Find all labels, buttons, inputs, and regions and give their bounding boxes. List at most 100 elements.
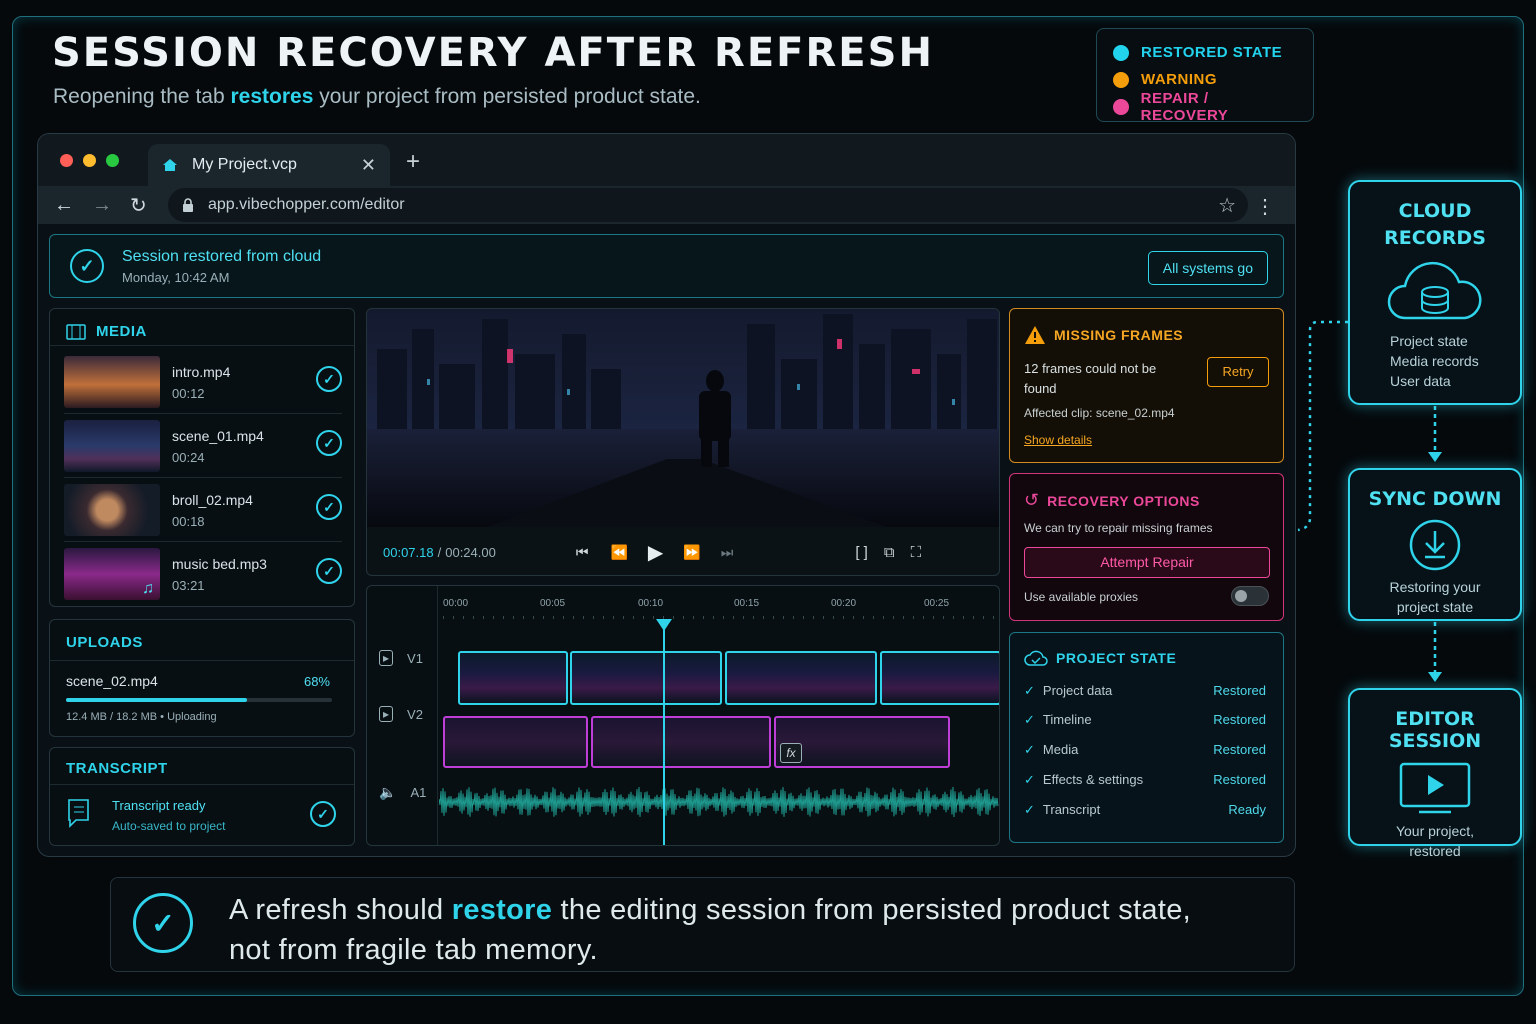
skip-end-icon[interactable]: ⏭ [721,544,734,561]
tick-label: 00:00 [443,598,469,609]
lock-icon [183,197,193,212]
flow-line: Project state [1390,333,1468,349]
state-status: Restored [1213,772,1266,787]
timeline-clip[interactable] [725,651,877,705]
current-time: 00:07.18 [383,544,434,560]
media-duration: 00:12 [172,385,205,401]
playhead[interactable] [663,624,665,845]
state-status: Restored [1213,683,1266,698]
footer-text: the editing session from persisted produ… [560,894,1191,926]
retry-button[interactable]: Retry [1207,357,1269,387]
timeline-clip[interactable] [591,716,771,768]
state-row: ✓ Media Restored [1024,742,1266,758]
legend-item-restored: RESTORED STATE [1113,39,1297,66]
reload-icon[interactable]: ↻ [130,193,168,218]
subtitle-pre: Reopening the tab [53,85,225,108]
new-tab-button[interactable]: + [406,148,420,176]
show-details-link[interactable]: Show details [1024,433,1092,447]
tick-label: 00:05 [540,598,566,609]
pip-icon[interactable]: ⧉ [884,544,895,561]
film-strip-icon [66,323,86,340]
missing-header: MISSING FRAMES [1024,325,1183,345]
project-state-title: PROJECT STATE [1056,650,1177,666]
check-circle-icon: ✓ [316,494,342,520]
footer-callout: ✓ A refresh should restore the editing s… [110,877,1295,972]
fast-forward-icon[interactable]: ⏩ [683,544,700,561]
footer-text: not from fragile tab memory. [229,934,598,966]
state-status: Restored [1213,742,1266,757]
tab-title: My Project.vcp [192,156,297,173]
transcript-title: TRANSCRIPT [66,760,168,777]
all-systems-go-button[interactable]: All systems go [1147,251,1268,285]
thumbnail-image [64,484,160,536]
back-icon[interactable]: ← [54,194,92,217]
media-item[interactable]: ♫ music bed.mp3 03:21 ✓ [64,545,342,603]
divider [50,660,354,661]
audio-track-icon: 🔈 [379,784,397,800]
missing-message: 12 frames could not be found [1024,361,1157,396]
timeline-clip[interactable] [570,651,722,705]
state-row: ✓ Effects & settings Restored [1024,772,1266,788]
transcript-status: Transcript ready [112,798,206,813]
state-status: Restored [1213,712,1266,727]
skip-start-icon[interactable]: ⏮ [576,544,589,561]
effect-badge[interactable]: fx [780,743,802,763]
divider [64,541,342,542]
flow-title: RECORDS [1384,227,1486,249]
url-field[interactable]: app.vibechopper.com/editor ☆ [168,188,1248,222]
media-header: MEDIA [66,323,147,340]
bookmark-star-icon[interactable]: ☆ [1218,193,1236,218]
track-v1: ▸ V1 [379,650,423,666]
flow-title: SYNC DOWN [1368,488,1502,510]
media-item[interactable]: intro.mp4 00:12 ✓ [64,353,342,411]
thumbnail-image [64,420,160,472]
flow-line: Media records [1390,353,1479,369]
state-row: ✓ Project data Restored [1024,683,1266,699]
flow-title: CLOUD [1398,200,1472,222]
crop-icon[interactable]: [ ] [855,544,868,561]
browser-tab[interactable]: My Project.vcp ✕ [148,144,390,186]
playhead-handle-icon[interactable] [656,619,672,631]
media-item[interactable]: scene_01.mp4 00:24 ✓ [64,417,342,475]
banner-time: Monday, 10:42 AM [122,269,230,285]
proxies-toggle[interactable] [1231,586,1269,606]
divider [50,784,354,785]
footer-message: A refresh should restore the editing ses… [229,890,1191,970]
tick-label: 00:20 [831,598,857,609]
subtitle-highlight: restores [230,85,314,108]
tick-label: 00:15 [734,598,760,609]
music-note-icon: ♫ [142,580,154,597]
timeline-clip[interactable] [458,651,568,705]
menu-kebab-icon[interactable]: ⋮ [1255,194,1275,219]
minimize-window-icon[interactable] [83,154,96,167]
play-icon[interactable]: ▶ [648,540,663,565]
editor-session-card: EDITOR SESSION Your project, restored [1348,688,1522,859]
divider [50,345,354,346]
fullscreen-icon[interactable]: ⛶ [911,544,922,561]
timeline-clip[interactable] [443,716,588,768]
banner-title: Session restored from cloud [122,247,322,265]
uploads-title: UPLOADS [66,634,143,651]
media-name: intro.mp4 [172,363,231,380]
state-label: Project data [1042,683,1113,698]
pink-dot-icon [1113,98,1129,115]
transcript-detail: Auto-saved to project [112,819,226,833]
media-item[interactable]: broll_02.mp4 00:18 ✓ [64,481,342,539]
total-time: 00:24.00 [445,544,496,560]
play-screen-icon [1399,762,1471,814]
track-label: A1 [410,785,427,800]
media-name: music bed.mp3 [172,555,267,572]
track-v2: ▸ V2 [379,706,423,722]
close-window-icon[interactable] [60,154,73,167]
attempt-repair-button[interactable]: Attempt Repair [1024,547,1270,578]
timeline-clip[interactable]: fx [774,716,950,768]
url-text: app.vibechopper.com/editor [208,196,405,213]
timeline-clip[interactable] [880,651,999,705]
orange-dot-icon [1113,71,1129,88]
rewind-icon[interactable]: ⏪ [610,544,627,561]
video-viewer: 00:07.18 / 00:24.00 ⏮ ⏪ ▶ ⏩ ⏭ [ ] ⧉ ⛶ [366,308,1000,576]
forward-icon[interactable]: → [92,194,130,217]
close-tab-icon[interactable]: ✕ [361,155,376,176]
maximize-window-icon[interactable] [106,154,119,167]
legend-label: WARNING [1141,71,1217,88]
